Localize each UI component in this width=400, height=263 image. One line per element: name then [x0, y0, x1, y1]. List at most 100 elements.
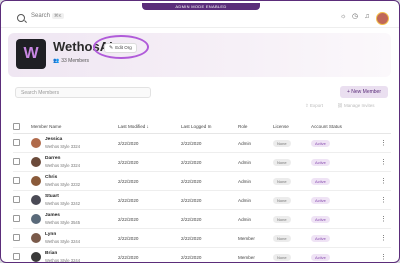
table-row[interactable]: Brian Wethos Style 3244 2/22/2020 2/22/2…: [13, 247, 391, 263]
member-cell[interactable]: Chris Wethos Style 3232: [31, 172, 118, 190]
manage-invites-button[interactable]: ⛓ Manage Invites: [337, 103, 375, 109]
search-icon[interactable]: [17, 14, 25, 22]
app-window: ADMIN MODE ENABLED Search ⌘K ☼ ◷ ♫ W Wet…: [0, 0, 400, 263]
member-cell[interactable]: Brian Wethos Style 3244: [31, 248, 118, 263]
last-logged-in: 2/22/2020: [181, 133, 238, 153]
row-checkbox[interactable]: [13, 234, 20, 241]
last-logged-in: 2/22/2020: [181, 190, 238, 210]
row-checkbox[interactable]: [13, 177, 20, 184]
last-logged-in: 2/22/2020: [181, 152, 238, 172]
more-options-icon[interactable]: ⋮: [376, 133, 391, 153]
member-subtitle: Wethos Style 3324: [45, 163, 81, 168]
new-member-button[interactable]: + New Member: [340, 86, 388, 98]
more-options-icon[interactable]: ⋮: [376, 228, 391, 248]
member-name: Lynn: [45, 232, 57, 237]
bell-icon[interactable]: ♫: [364, 13, 370, 20]
role: Member: [238, 247, 273, 262]
last-logged-in: 2/22/2020: [181, 209, 238, 229]
col-last-modified[interactable]: Last Modified↓: [118, 120, 181, 134]
role: Admin: [238, 190, 273, 210]
last-logged-in: 2/22/2020: [181, 171, 238, 191]
table-row[interactable]: Stuart Wethos Style 3242 2/22/2020 2/22/…: [13, 190, 391, 210]
member-avatar: [31, 138, 41, 148]
row-checkbox[interactable]: [13, 139, 20, 146]
sort-down-icon[interactable]: ↓: [146, 124, 149, 130]
member-avatar: [31, 233, 41, 243]
last-modified: 2/22/2020: [118, 228, 181, 248]
member-name: Brian: [45, 251, 58, 256]
member-cell[interactable]: Darren Wethos Style 3324: [31, 153, 118, 171]
col-license[interactable]: License: [273, 120, 311, 134]
member-cell[interactable]: Stuart Wethos Style 3242: [31, 191, 118, 209]
col-account-status[interactable]: Account Status: [311, 120, 376, 134]
more-options-icon[interactable]: ⋮: [376, 190, 391, 210]
last-modified: 2/22/2020: [118, 190, 181, 210]
table-header-row: Member Name Last Modified↓ Last Logged I…: [13, 120, 391, 134]
member-avatar: [31, 195, 41, 205]
member-subtitle: Wethos Style 3244: [45, 239, 81, 244]
export-button[interactable]: ⇪ Export: [305, 103, 323, 109]
global-search-label[interactable]: Search: [31, 13, 50, 19]
col-role[interactable]: Role: [238, 120, 273, 134]
member-name: Chris: [45, 175, 58, 180]
col-last-logged-in[interactable]: Last Logged In: [181, 120, 238, 134]
member-subtitle: Wethos Style 3545: [45, 220, 81, 225]
member-cell[interactable]: Jessica Wethos Style 3324: [31, 134, 118, 152]
status-badge: Active: [311, 234, 330, 242]
more-options-icon[interactable]: ⋮: [376, 209, 391, 229]
row-checkbox[interactable]: [13, 215, 20, 222]
role: Admin: [238, 133, 273, 153]
sun-icon[interactable]: ☼: [340, 13, 346, 20]
last-modified: 2/22/2020: [118, 247, 181, 262]
license-badge: None: [273, 215, 291, 223]
member-subtitle: Wethos Style 3244: [45, 258, 81, 263]
org-header: W WethosAI ✎ Edit Org 👥 33 Members: [8, 33, 391, 77]
member-name: Jessica: [45, 137, 63, 142]
member-cell[interactable]: Lynn Wethos Style 3244: [31, 229, 118, 247]
last-modified: 2/22/2020: [118, 209, 181, 229]
row-checkbox[interactable]: [13, 253, 20, 260]
select-all-checkbox[interactable]: [13, 122, 20, 130]
clock-icon[interactable]: ◷: [352, 13, 358, 20]
member-cell[interactable]: James Wethos Style 3545: [31, 210, 118, 228]
member-subtitle: Wethos Style 3232: [45, 182, 81, 187]
member-avatar: [31, 252, 41, 262]
search-members-input[interactable]: Search Members: [15, 87, 151, 98]
col-member-name[interactable]: Member Name: [31, 120, 118, 134]
role: Admin: [238, 209, 273, 229]
table-row[interactable]: Lynn Wethos Style 3244 2/22/2020 2/22/20…: [13, 228, 391, 248]
status-badge: Active: [311, 196, 330, 204]
table-row[interactable]: Darren Wethos Style 3324 2/22/2020 2/22/…: [13, 152, 391, 172]
member-name: Stuart: [45, 194, 59, 199]
row-checkbox[interactable]: [13, 196, 20, 203]
more-options-icon[interactable]: ⋮: [376, 171, 391, 191]
manage-invites-label: Manage Invites: [343, 103, 375, 108]
table-row[interactable]: Jessica Wethos Style 3324 2/22/2020 2/22…: [13, 133, 391, 153]
more-options-icon[interactable]: ⋮: [376, 247, 391, 262]
status-badge: Active: [311, 215, 330, 223]
more-options-icon[interactable]: ⋮: [376, 152, 391, 172]
status-badge: Active: [311, 139, 330, 147]
export-label: Export: [310, 103, 324, 108]
license-badge: None: [273, 253, 291, 261]
users-icon: 👥: [53, 58, 60, 64]
link-icon: ⛓: [337, 103, 344, 108]
license-badge: None: [273, 196, 291, 204]
members-count-label: 33 Members: [61, 58, 90, 64]
table-row[interactable]: James Wethos Style 3545 2/22/2020 2/22/2…: [13, 209, 391, 229]
row-checkbox[interactable]: [13, 158, 20, 165]
role: Admin: [238, 152, 273, 172]
table-row[interactable]: Chris Wethos Style 3232 2/22/2020 2/22/2…: [13, 171, 391, 191]
members-table: Member Name Last Modified↓ Last Logged I…: [13, 120, 391, 263]
status-badge: Active: [311, 177, 330, 185]
license-badge: None: [273, 177, 291, 185]
members-count: 👥 33 Members: [53, 58, 89, 64]
status-badge: Active: [311, 253, 330, 261]
member-avatar: [31, 176, 41, 186]
member-name: Darren: [45, 156, 61, 161]
member-avatar: [31, 157, 41, 167]
last-logged-in: 2/22/2020: [181, 247, 238, 262]
license-badge: None: [273, 234, 291, 242]
user-avatar[interactable]: [376, 12, 389, 25]
last-modified: 2/22/2020: [118, 171, 181, 191]
